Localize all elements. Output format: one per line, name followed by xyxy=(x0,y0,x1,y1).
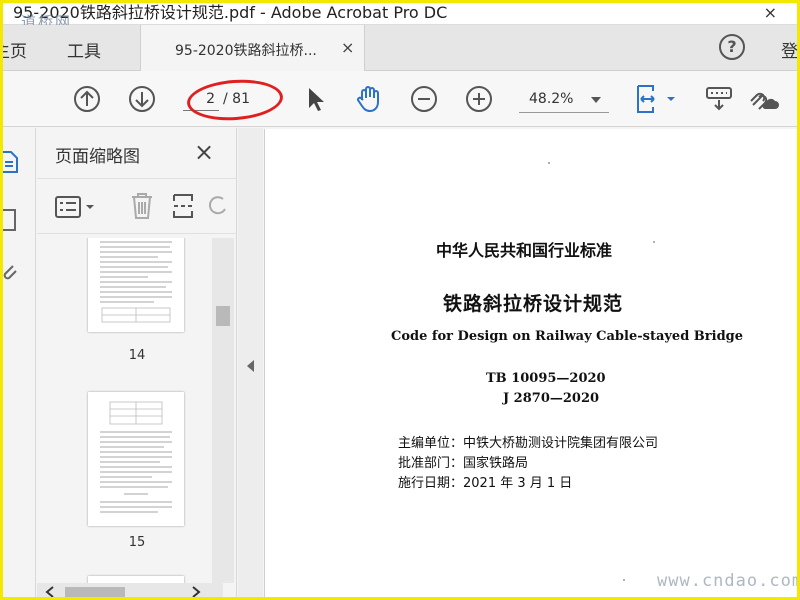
attachment-icon[interactable] xyxy=(0,258,21,286)
doc-code-j: J 2870—2020 xyxy=(503,391,600,406)
chevron-down-icon xyxy=(591,97,601,103)
chevron-left-icon[interactable] xyxy=(45,586,55,598)
zoom-dropdown[interactable]: 48.2% xyxy=(519,87,609,113)
app-window: 95-2020铁路斜拉桥设计规范.pdf - Adobe Acrobat Pro… xyxy=(0,0,800,600)
thumbnail-text-lines xyxy=(100,401,172,513)
scan-speck xyxy=(548,162,550,164)
page-thumbnails-icon[interactable] xyxy=(0,148,21,176)
tab-close-icon[interactable]: × xyxy=(341,38,354,57)
chevron-right-icon[interactable] xyxy=(191,586,201,598)
tab-document-label: 95-2020铁路斜拉桥... xyxy=(175,43,317,59)
zoom-out-icon[interactable] xyxy=(408,83,440,115)
document-page: 中华人民共和国行业标准 铁路斜拉桥设计规范 Code for Design on… xyxy=(264,129,797,597)
title-bar: 95-2020铁路斜拉桥设计规范.pdf - Adobe Acrobat Pro… xyxy=(3,3,797,31)
zoom-in-icon[interactable] xyxy=(463,83,495,115)
collapse-panel-icon[interactable] xyxy=(247,360,254,372)
zoom-value: 48.2% xyxy=(529,91,574,107)
scrollbar-thumb[interactable] xyxy=(216,306,230,326)
trash-icon[interactable] xyxy=(129,191,155,221)
select-cursor-icon[interactable] xyxy=(300,83,332,115)
site-watermark: www.cndao.com xyxy=(657,571,800,591)
thumbnail-page-15[interactable] xyxy=(88,392,184,526)
tab-tools[interactable]: 工具 xyxy=(67,37,101,62)
doc-effective-date: 施行日期：2021 年 3 月 1 日 xyxy=(398,476,573,491)
window-close-button[interactable]: × xyxy=(764,3,777,22)
thumbnail-page-number: 15 xyxy=(128,535,146,550)
login-button[interactable]: 登 xyxy=(781,37,797,62)
insert-page-icon[interactable] xyxy=(171,191,197,221)
doc-heading-title: 铁路斜拉桥设计规范 xyxy=(443,293,624,315)
hand-tool-icon[interactable] xyxy=(353,83,385,115)
next-page-icon[interactable] xyxy=(126,83,158,115)
tab-document[interactable]: 95-2020铁路斜拉桥... × xyxy=(140,25,365,71)
keyboard-icon[interactable] xyxy=(703,83,735,115)
scan-speck xyxy=(623,579,625,581)
thumbnail-panel: 页面缩略图 × 14 15 xyxy=(37,128,237,598)
rotate-icon[interactable] xyxy=(209,193,227,219)
tab-home[interactable]: 主页 xyxy=(3,37,27,62)
thumbnail-toolbar xyxy=(37,178,237,234)
thumbnail-text-lines xyxy=(100,241,172,323)
doc-editor-unit: 主编单位：中铁大桥勘测设计院集团有限公司 xyxy=(398,436,659,451)
thumbnail-page-14[interactable] xyxy=(88,238,184,332)
options-menu-icon[interactable] xyxy=(55,195,99,219)
tab-bar: 主页 工具 95-2020铁路斜拉桥... × ? 登 xyxy=(3,25,797,71)
fit-page-icon[interactable] xyxy=(635,83,679,115)
thumbnail-page-16[interactable] xyxy=(88,576,184,583)
previous-page-icon[interactable] xyxy=(71,83,103,115)
scan-speck xyxy=(653,241,655,243)
thumbnail-list: 14 15 xyxy=(37,238,223,583)
doc-heading-standard: 中华人民共和国行业标准 xyxy=(436,241,613,260)
left-nav-strip xyxy=(0,128,36,597)
window-title: 95-2020铁路斜拉桥设计规范.pdf - Adobe Acrobat Pro… xyxy=(13,3,448,22)
thumbnail-page-number: 14 xyxy=(128,348,146,363)
bookmark-icon[interactable] xyxy=(0,206,21,234)
doc-english-title: Code for Design on Railway Cable-stayed … xyxy=(391,329,744,344)
help-icon[interactable]: ? xyxy=(719,34,745,60)
close-icon[interactable]: × xyxy=(194,138,214,166)
doc-approval-dept: 批准部门：国家铁路局 xyxy=(398,456,529,471)
doc-code-tb: TB 10095—2020 xyxy=(486,371,606,386)
toolbar: 2 / 81 48.2% xyxy=(3,71,797,127)
scrollbar-thumb[interactable] xyxy=(65,587,125,597)
thumbnail-vertical-scrollbar[interactable] xyxy=(212,238,234,583)
panel-splitter[interactable] xyxy=(238,128,263,597)
share-link-icon[interactable] xyxy=(747,83,779,115)
thumbnail-horizontal-scrollbar[interactable] xyxy=(37,583,223,598)
thumbnail-panel-title: 页面缩略图 xyxy=(55,147,140,167)
